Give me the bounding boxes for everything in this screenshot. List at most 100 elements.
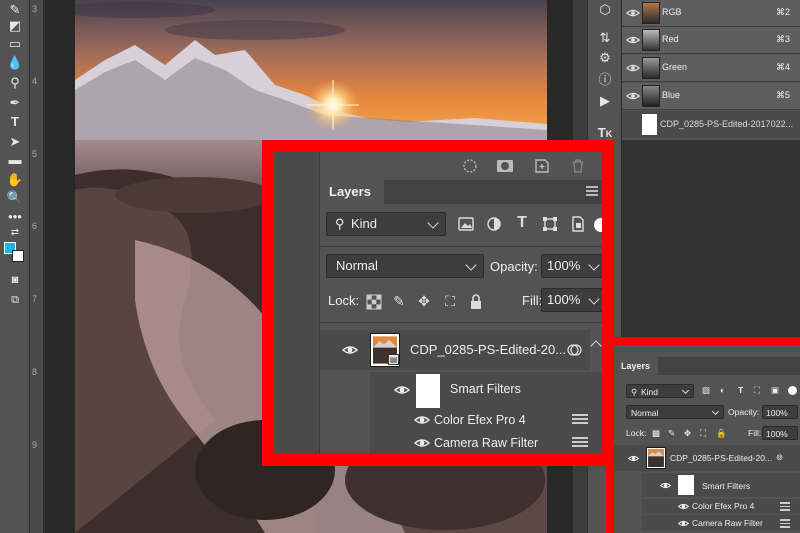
channel-shortcut: ⌘4 xyxy=(775,62,790,72)
screen-mode-icon[interactable]: ⧉ xyxy=(5,292,25,308)
channel-row-red[interactable]: Red ⌘3 xyxy=(622,27,800,54)
fill-field[interactable]: 100% xyxy=(762,426,798,440)
visibility-eye-icon[interactable] xyxy=(626,89,640,103)
lock-position-icon[interactable]: ✥ xyxy=(684,428,691,439)
lock-transparent-pixels-icon[interactable] xyxy=(366,294,382,310)
path-selection-tool-icon[interactable]: ➤ xyxy=(5,134,25,150)
filter-blending-options-icon[interactable] xyxy=(780,502,790,511)
filter-effects-icon[interactable]: ⊚ xyxy=(776,452,783,463)
filter-kind-select[interactable]: ⚲ Kind xyxy=(326,212,446,236)
delete-layer-icon[interactable] xyxy=(570,158,586,174)
filter-kind-select[interactable]: ⚲ Kind xyxy=(626,384,694,398)
lock-transparent-pixels-icon[interactable]: ▩ xyxy=(652,428,660,439)
lock-all-icon[interactable] xyxy=(468,294,484,310)
zoom-tool-icon[interactable]: 🔍 xyxy=(5,190,25,206)
new-layer-icon[interactable] xyxy=(534,158,550,174)
opacity-field[interactable]: 100% xyxy=(762,405,798,419)
channel-row-mask[interactable]: CDP_0285-PS-Edited-2017022... xyxy=(622,111,800,138)
filter-row-camera-raw[interactable]: Camera Raw Filter xyxy=(370,432,602,454)
smart-filter-mask-thumbnail[interactable] xyxy=(416,374,440,408)
artboard-lock-icon[interactable]: ⛶ xyxy=(700,428,706,439)
eraser-tool-icon[interactable]: ◩ xyxy=(5,18,25,34)
artboard-lock-icon[interactable]: ⛶ xyxy=(442,293,458,309)
filter-blending-options-icon[interactable] xyxy=(572,414,588,426)
visibility-eye-icon[interactable] xyxy=(626,6,640,20)
lock-image-pixels-icon[interactable]: ✎ xyxy=(391,293,407,309)
tab-layers[interactable]: Layers xyxy=(614,357,658,375)
quick-mask-icon[interactable]: ◙ xyxy=(5,272,25,288)
chevron-up-icon[interactable] xyxy=(590,340,602,352)
3d-icon[interactable]: ⬡ xyxy=(597,2,613,18)
info-icon[interactable]: ⓘ xyxy=(597,72,613,88)
visibility-eye-icon[interactable] xyxy=(342,342,358,358)
filter-effects-icon[interactable] xyxy=(566,342,582,358)
visibility-eye-icon[interactable] xyxy=(678,518,689,529)
pencil-tool-icon[interactable]: ✎ xyxy=(5,2,25,18)
visibility-eye-icon[interactable] xyxy=(628,453,639,464)
lock-all-icon[interactable]: 🔒 xyxy=(716,428,727,439)
pixel-filter-icon[interactable]: ▨ xyxy=(702,385,710,396)
dodge-tool-icon[interactable]: ⚲ xyxy=(5,75,25,91)
layer-row-smart-object[interactable]: ▤ CDP_0285-PS-Edited-20... xyxy=(320,330,590,370)
smart-filters-row[interactable]: Smart Filters xyxy=(370,372,602,408)
channel-row-blue[interactable]: Blue ⌘5 xyxy=(622,83,800,110)
blur-tool-icon[interactable]: 💧 xyxy=(5,55,25,71)
filter-toggle-switch[interactable] xyxy=(594,218,602,232)
pen-tool-icon[interactable]: ✒ xyxy=(5,95,25,111)
mask-thumbnail xyxy=(642,114,657,135)
adjustments-icon[interactable]: ⇅ xyxy=(597,30,613,46)
rectangle-tool-icon[interactable]: ▬ xyxy=(5,152,25,168)
properties-icon[interactable]: ⚙ xyxy=(597,50,613,66)
channel-thumbnail xyxy=(642,2,660,24)
lock-position-icon[interactable]: ✥ xyxy=(416,293,432,309)
hand-tool-icon[interactable]: ✋ xyxy=(5,172,25,188)
visibility-eye-icon[interactable] xyxy=(660,480,671,491)
channel-name: Blue xyxy=(662,90,681,100)
type-filter-icon[interactable]: T xyxy=(514,215,530,231)
selection-icon[interactable] xyxy=(462,158,478,174)
visibility-eye-icon[interactable] xyxy=(678,501,689,512)
smart-object-filter-icon[interactable]: ▣ xyxy=(771,385,779,396)
filter-toggle-switch[interactable] xyxy=(788,386,797,395)
filter-blending-options-icon[interactable] xyxy=(572,437,588,449)
channel-row-green[interactable]: Green ⌘4 xyxy=(622,55,800,82)
visibility-eye-icon[interactable] xyxy=(394,382,410,398)
swap-colors-icon[interactable]: ⇄ xyxy=(5,225,25,241)
adjustment-filter-icon[interactable]: ◐ xyxy=(720,385,725,395)
visibility-eye-icon[interactable] xyxy=(626,33,640,47)
fill-field[interactable]: 100% xyxy=(541,288,602,312)
type-filter-icon[interactable]: T xyxy=(738,385,743,395)
more-tools-icon[interactable]: ••• xyxy=(5,209,25,225)
smart-filter-mask-thumbnail[interactable] xyxy=(678,475,694,495)
add-mask-icon[interactable] xyxy=(496,158,514,174)
channel-thumbnail xyxy=(642,57,660,79)
filter-row-camera-raw[interactable]: Camera Raw Filter xyxy=(642,515,800,531)
gradient-tool-icon[interactable]: ▭ xyxy=(5,36,25,52)
channel-row-rgb[interactable]: RGB ⌘2 xyxy=(622,0,800,27)
character-panel-icon[interactable]: TK xyxy=(597,125,613,141)
smart-filters-row[interactable]: Smart Filters xyxy=(642,473,800,497)
blend-mode-select[interactable]: Normal xyxy=(326,254,484,278)
filter-row-color-efex[interactable]: Color Efex Pro 4 xyxy=(370,408,602,432)
opacity-field[interactable]: 100% xyxy=(541,254,602,278)
shape-filter-icon[interactable] xyxy=(542,216,558,232)
smart-object-filter-icon[interactable] xyxy=(570,216,586,232)
filter-row-color-efex[interactable]: Color Efex Pro 4 xyxy=(642,499,800,514)
tab-layers[interactable]: Layers xyxy=(320,180,384,204)
play-actions-icon[interactable]: ▶ xyxy=(597,93,613,109)
visibility-eye-icon[interactable] xyxy=(626,61,640,75)
filter-blending-options-icon[interactable] xyxy=(780,519,790,528)
adjustment-filter-icon[interactable] xyxy=(486,216,502,232)
visibility-eye-icon[interactable] xyxy=(414,412,430,428)
fill-value: 100% xyxy=(766,429,788,439)
pixel-filter-icon[interactable] xyxy=(458,216,474,232)
lock-image-pixels-icon[interactable]: ✎ xyxy=(668,428,675,439)
visibility-eye-icon[interactable] xyxy=(414,435,430,451)
layers-panel-zoomed: Layers ⚲ Kind T Normal Opacity: 100% Loc… xyxy=(274,152,602,454)
type-tool-icon[interactable]: T xyxy=(5,114,25,130)
shape-filter-icon[interactable]: ⛶ xyxy=(754,385,760,396)
layer-row-smart-object[interactable]: CDP_0285-PS-Edited-20... ⊚ xyxy=(614,445,800,471)
blend-mode-select[interactable]: Normal xyxy=(626,405,724,419)
background-color-swatch[interactable] xyxy=(12,250,24,262)
panel-menu-icon[interactable] xyxy=(586,186,598,198)
